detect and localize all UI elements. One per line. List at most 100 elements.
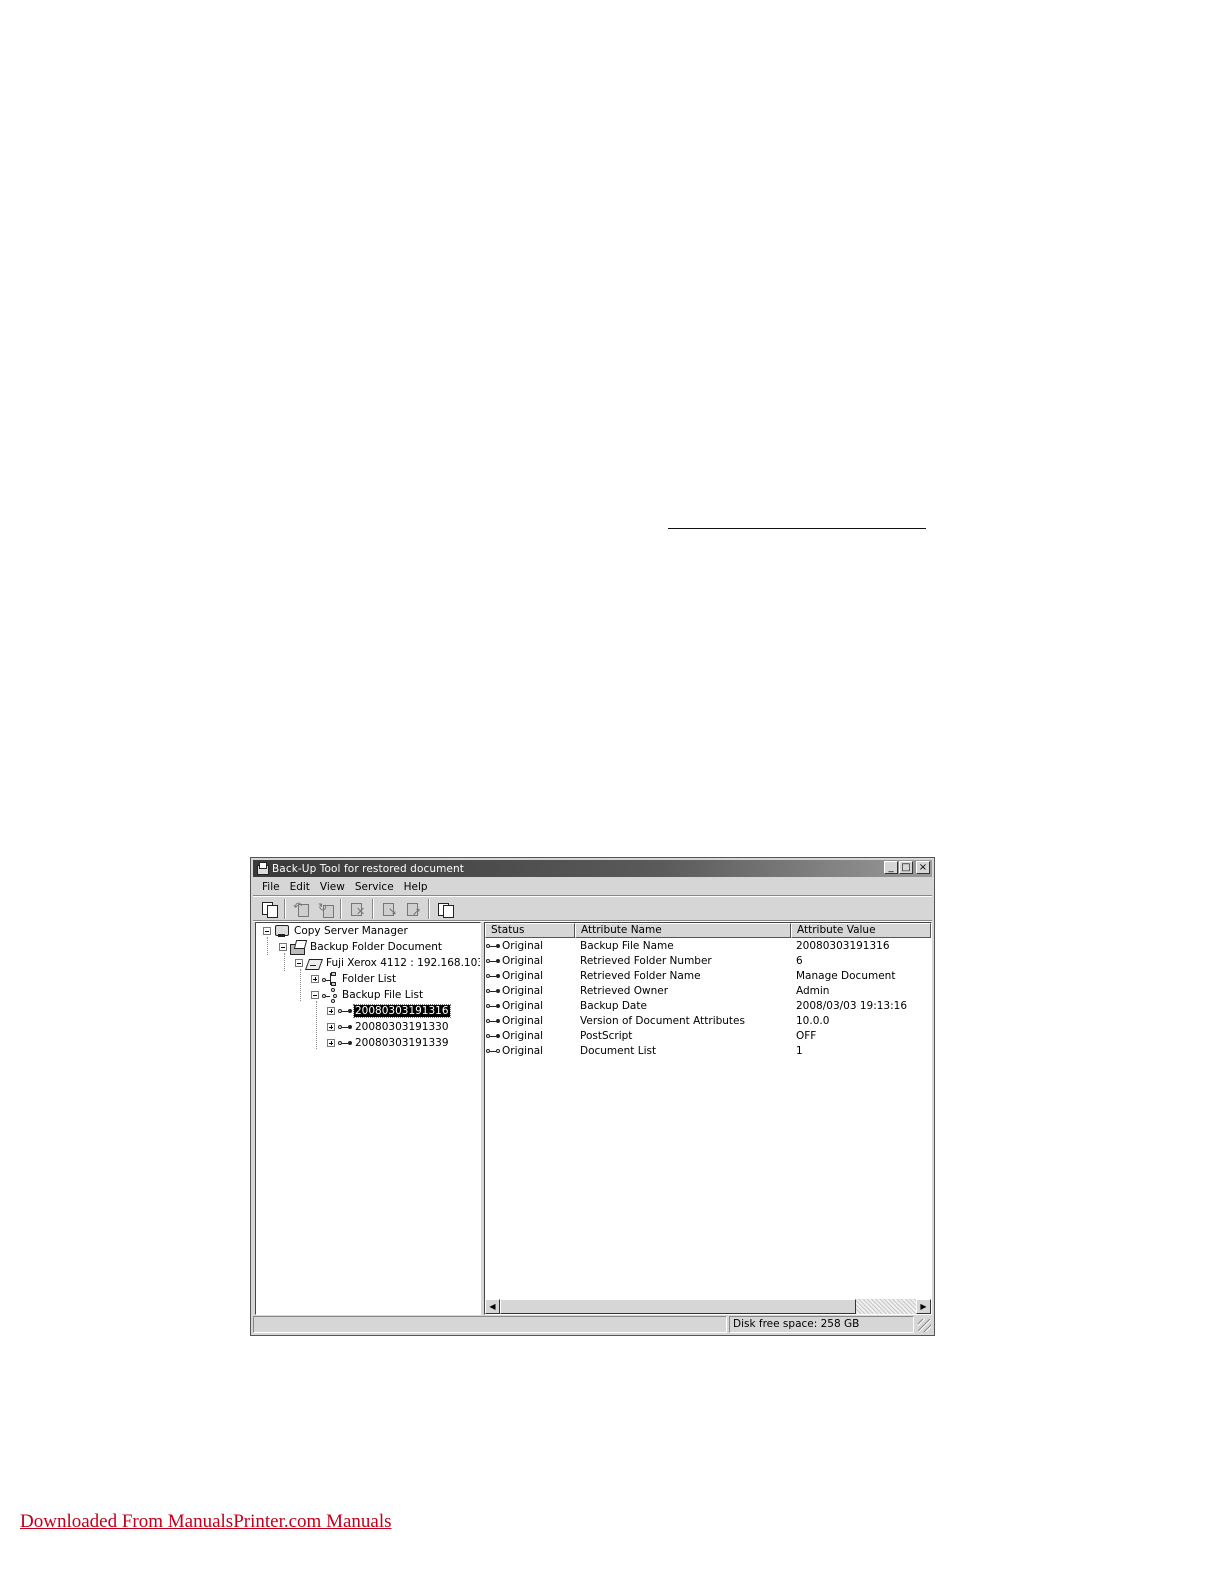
backup-button[interactable]: [257, 898, 281, 920]
attribute-name: Version of Document Attributes: [580, 1015, 745, 1027]
table-row[interactable]: Original Backup File Name 20080303191316: [485, 939, 931, 954]
tree-node-file[interactable]: 20080303191339: [327, 1035, 450, 1051]
expand-toggle[interactable]: [327, 1039, 335, 1047]
menu-edit[interactable]: Edit: [285, 879, 315, 895]
attribute-name: Document List: [580, 1045, 657, 1057]
original-status-icon: [486, 957, 501, 966]
export-icon: ➚: [405, 901, 421, 917]
attribute-value: 6: [796, 955, 803, 967]
toolbar-separator: [372, 899, 374, 919]
tree-node-device[interactable]: Fuji Xerox 4112 : 192.168.103.104: [295, 955, 480, 971]
attribute-name: Retrieved Folder Name: [580, 970, 701, 982]
tree-node-backup-file-list[interactable]: Backup File List: [311, 987, 424, 1003]
minimize-button[interactable]: _: [884, 861, 898, 874]
original-status-icon: [486, 1002, 501, 1011]
column-header-attribute-name[interactable]: Attribute Name: [575, 923, 791, 938]
close-button[interactable]: ×: [916, 861, 930, 874]
tree-node-file[interactable]: 20080303191330: [327, 1019, 450, 1035]
tree-node-folder-list[interactable]: Folder List: [311, 971, 397, 987]
divider-rule: [668, 528, 926, 529]
maximize-button[interactable]: □: [899, 861, 913, 874]
table-row[interactable]: Original Retrieved Folder Number 6: [485, 954, 931, 969]
attribute-name: PostScript: [580, 1030, 633, 1042]
attribute-name: Retrieved Folder Number: [580, 955, 712, 967]
app-window: Back-Up Tool for restored document _ □ ×…: [250, 857, 935, 1336]
tree-node-backup-folder[interactable]: Backup Folder Document: [279, 939, 443, 955]
restore-icon: ↶: [293, 901, 309, 917]
collapse-toggle[interactable]: [311, 991, 319, 999]
menu-view[interactable]: View: [315, 879, 350, 895]
table-row[interactable]: Original Backup Date 2008/03/03 19:13:16: [485, 999, 931, 1014]
table-row[interactable]: Original Version of Document Attributes …: [485, 1014, 931, 1029]
folder-list-icon: [322, 972, 338, 986]
status-text: Original: [502, 1000, 544, 1012]
window-title: Back-Up Tool for restored document: [272, 862, 464, 875]
horizontal-scrollbar[interactable]: ◀ ▶: [485, 1299, 931, 1314]
backup-file-list-icon: [322, 988, 338, 1003]
scroll-track[interactable]: [856, 1299, 916, 1314]
menu-service[interactable]: Service: [350, 879, 399, 895]
restore-all-icon: ↻: [317, 901, 334, 918]
menu-help[interactable]: Help: [399, 879, 433, 895]
column-header-status[interactable]: Status: [485, 923, 575, 938]
expand-toggle[interactable]: [327, 1007, 335, 1015]
tree-node-copy-server-manager[interactable]: Copy Server Manager: [263, 923, 409, 939]
delete-button[interactable]: ✕: [345, 898, 369, 920]
server-icon: [274, 924, 290, 938]
attribute-name: Retrieved Owner: [580, 985, 669, 997]
footer-link[interactable]: Downloaded From ManualsPrinter.com Manua…: [20, 1511, 392, 1533]
attribute-value: 20080303191316: [796, 940, 890, 952]
expand-toggle[interactable]: [311, 975, 319, 983]
expand-toggle[interactable]: [327, 1023, 335, 1031]
copy-button[interactable]: [433, 898, 457, 920]
collapse-toggle[interactable]: [263, 927, 271, 935]
backup-document-icon: [261, 901, 278, 918]
delete-icon: ✕: [349, 901, 365, 917]
status-text: Original: [502, 1015, 544, 1027]
toolbar-separator: [428, 899, 430, 919]
tree-node-file[interactable]: 20080303191316: [327, 1003, 451, 1019]
collapse-toggle[interactable]: [279, 943, 287, 951]
toolbar-separator: [284, 899, 286, 919]
backup-folder-icon: [290, 940, 308, 955]
menu-separator: [253, 895, 932, 897]
resize-grip-icon[interactable]: [918, 1319, 931, 1332]
status-text: Original: [502, 970, 544, 982]
attribute-name: Backup File Name: [580, 940, 674, 952]
app-icon[interactable]: [256, 862, 269, 875]
table-row[interactable]: Original Retrieved Folder Name Manage Do…: [485, 969, 931, 984]
tree-pane[interactable]: Copy Server Manager Backup Folder Docume…: [255, 922, 481, 1315]
export-button[interactable]: ➚: [401, 898, 425, 920]
table-row[interactable]: Original Retrieved Owner Admin: [485, 984, 931, 999]
status-text: Original: [502, 985, 544, 997]
original-status-icon: [486, 972, 501, 981]
scroll-right-icon[interactable]: ▶: [916, 1299, 931, 1314]
disk-free-space: Disk free space: 258 GB: [729, 1316, 914, 1333]
status-text: Original: [502, 940, 544, 952]
original-status-icon: [486, 987, 501, 996]
status-text: Original: [502, 955, 544, 967]
status-text: Original: [502, 1045, 544, 1057]
restore-button[interactable]: ↶: [289, 898, 313, 920]
original-status-icon: [486, 1017, 501, 1026]
attribute-value: 1: [796, 1045, 803, 1057]
table-row[interactable]: Original Document List 1: [485, 1044, 931, 1059]
backup-file-icon: [338, 1007, 353, 1016]
column-header-attribute-value[interactable]: Attribute Value: [791, 923, 931, 938]
table-row[interactable]: Original PostScript OFF: [485, 1029, 931, 1044]
attribute-list-pane[interactable]: Status Attribute Name Attribute Value Or…: [484, 922, 932, 1315]
copy-icon: [437, 901, 454, 918]
status-panel-main: [253, 1316, 727, 1333]
attribute-value: 2008/03/03 19:13:16: [796, 1000, 908, 1012]
restore-all-button[interactable]: ↻: [313, 898, 337, 920]
import-button[interactable]: ➘: [377, 898, 401, 920]
import-icon: ➘: [381, 901, 397, 917]
scroll-thumb[interactable]: [500, 1299, 856, 1314]
menu-bar: File Edit View Service Help: [257, 879, 433, 895]
title-bar[interactable]: Back-Up Tool for restored document _ □ ×: [253, 860, 932, 877]
scroll-left-icon[interactable]: ◀: [485, 1299, 500, 1314]
status-bar: Disk free space: 258 GB: [253, 1316, 932, 1333]
menu-file[interactable]: File: [257, 879, 285, 895]
attribute-value: Manage Document: [796, 970, 896, 982]
collapse-toggle[interactable]: [295, 959, 303, 967]
